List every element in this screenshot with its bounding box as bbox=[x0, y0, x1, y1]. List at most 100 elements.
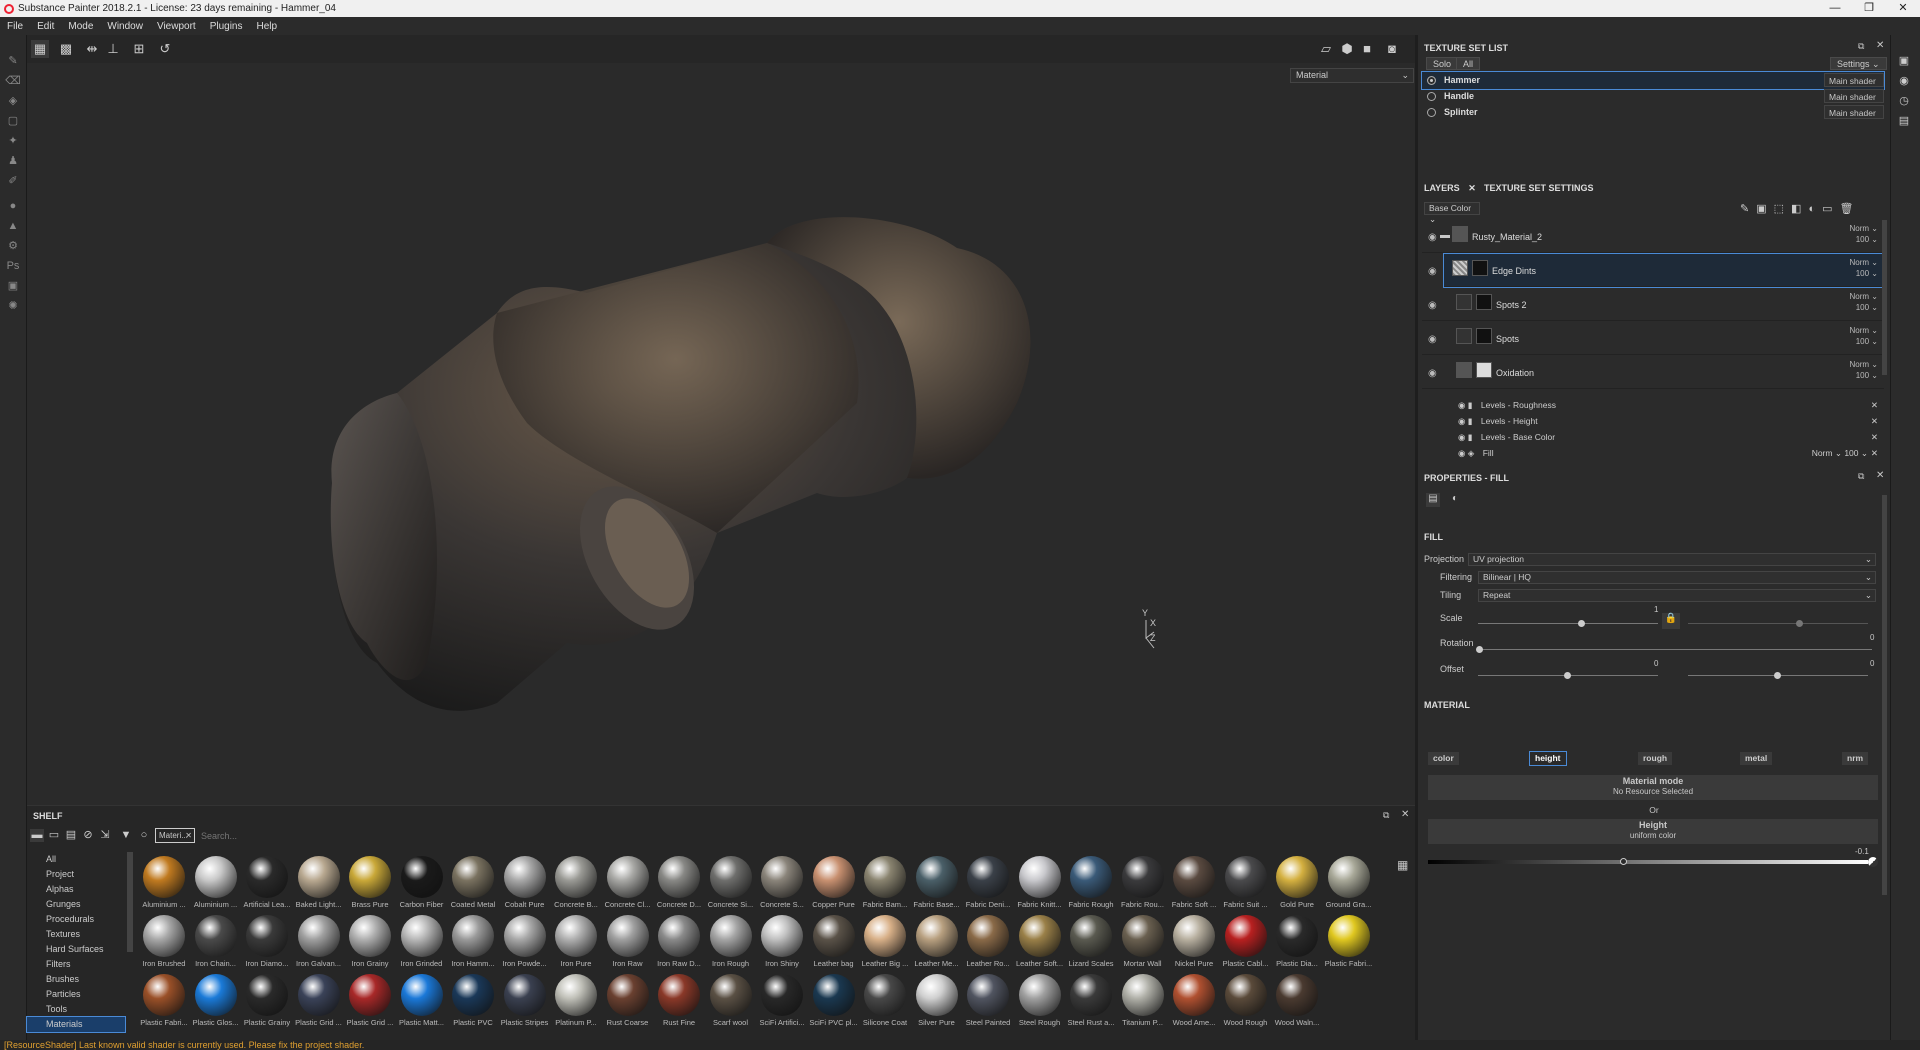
minimize-button[interactable]: — bbox=[1818, 0, 1852, 17]
shader-select[interactable]: Main shader bbox=[1824, 89, 1884, 103]
material-thumbnail[interactable]: Concrete B... bbox=[551, 856, 601, 909]
material-thumbnail[interactable]: Wood Waln... bbox=[1272, 974, 1322, 1027]
export-shelf-icon[interactable]: ⇲ bbox=[98, 829, 112, 842]
layer-row[interactable]: ◉ ▬ Rusty_Material_2 Norm ⌄ 100 ⌄ bbox=[1422, 220, 1884, 253]
projection-icon[interactable]: ◈ bbox=[5, 93, 21, 109]
align-icon[interactable]: ⊥ bbox=[104, 40, 122, 58]
export-icon[interactable]: ▣ bbox=[5, 278, 21, 294]
material-thumbnail[interactable]: Iron Brushed bbox=[139, 915, 189, 968]
material-thumbnail[interactable]: Gold Pure bbox=[1272, 856, 1322, 909]
shelf-category[interactable]: Filters bbox=[27, 957, 125, 972]
projection-select[interactable]: UV projection ⌄ bbox=[1468, 553, 1876, 566]
texture-set-row[interactable]: Splinter Main shader bbox=[1422, 104, 1884, 121]
menu-mode[interactable]: Mode bbox=[61, 21, 100, 32]
history-icon[interactable]: ↺ bbox=[156, 40, 174, 58]
material-thumbnail[interactable]: Artificial Lea... bbox=[242, 856, 292, 909]
bake-icon[interactable]: ● bbox=[5, 198, 21, 214]
channel-select[interactable]: Base Color ⌄ bbox=[1424, 202, 1480, 224]
shader-select[interactable]: Main shader bbox=[1824, 105, 1884, 119]
view-2d-icon[interactable]: ▱ bbox=[1317, 40, 1335, 58]
eye-icon[interactable]: ◉ bbox=[1458, 400, 1465, 410]
eye-icon[interactable]: ◉ bbox=[1428, 368, 1437, 379]
material-thumbnail[interactable]: Fabric Rou... bbox=[1118, 856, 1168, 909]
height-gradient-slider[interactable] bbox=[1428, 860, 1868, 864]
material-thumbnail[interactable]: Cobalt Pure bbox=[500, 856, 550, 909]
shelf-category[interactable]: Grunges bbox=[27, 897, 125, 912]
import-icon[interactable]: ▤ bbox=[64, 829, 78, 842]
effect-row[interactable]: ◉ ▮ Levels - Base Color ✕ bbox=[1458, 429, 1884, 445]
layer-blend[interactable]: Norm ⌄ 100 ⌄ bbox=[1850, 325, 1879, 347]
rotation-slider-track[interactable] bbox=[1478, 649, 1872, 650]
category-scrollbar[interactable] bbox=[127, 852, 133, 952]
maximize-button[interactable]: ❐ bbox=[1852, 0, 1886, 17]
menu-help[interactable]: Help bbox=[250, 21, 285, 32]
shelf-category[interactable]: Hard Surfaces bbox=[27, 942, 125, 957]
layer-row[interactable]: ◉ Spots 2 Norm ⌄ 100 ⌄ bbox=[1422, 288, 1884, 321]
effect-row[interactable]: ◉ ▮ Levels - Height ✕ bbox=[1458, 413, 1884, 429]
material-thumbnail[interactable]: Plastic Fabri... bbox=[139, 974, 189, 1027]
smudge-icon[interactable]: ✦ bbox=[5, 133, 21, 149]
remove-effect-icon[interactable]: ✕ bbox=[1871, 429, 1878, 445]
channel-color-button[interactable]: color bbox=[1428, 752, 1459, 765]
radio-icon[interactable] bbox=[1427, 92, 1436, 101]
material-thumbnail[interactable]: Mortar Wall bbox=[1118, 915, 1168, 968]
add-layer-icon[interactable]: ⬚ bbox=[1774, 203, 1791, 215]
material-thumbnail[interactable]: Baked Light... bbox=[294, 856, 344, 909]
fill-opacity[interactable]: 100 bbox=[1844, 448, 1858, 458]
material-thumbnail[interactable]: Leather bag bbox=[809, 915, 859, 968]
material-thumbnail[interactable]: Nickel Pure bbox=[1169, 915, 1219, 968]
offset-y-value[interactable]: 0 bbox=[1870, 659, 1874, 668]
refresh-icon[interactable]: ○ bbox=[137, 829, 151, 842]
close-button[interactable]: ✕ bbox=[1886, 0, 1920, 17]
clone-icon[interactable]: ♟ bbox=[5, 153, 21, 169]
material-thumbnail[interactable]: Iron Pure bbox=[551, 915, 601, 968]
layer-blend[interactable]: Norm ⌄ 100 ⌄ bbox=[1850, 223, 1879, 245]
effect-row[interactable]: ◉ ◈ Fill Norm ⌄ 100 ⌄ ✕ bbox=[1458, 445, 1884, 461]
material-thumbnail[interactable]: Fabric Bam... bbox=[860, 856, 910, 909]
menu-viewport[interactable]: Viewport bbox=[150, 21, 203, 32]
material-thumbnail[interactable]: Iron Hamm... bbox=[448, 915, 498, 968]
material-thumbnail[interactable]: Coated Metal bbox=[448, 856, 498, 909]
height-box[interactable]: Height uniform color bbox=[1428, 819, 1878, 844]
filtering-select[interactable]: Bilinear | HQ ⌄ bbox=[1478, 571, 1876, 584]
scale-y-slider-knob[interactable] bbox=[1796, 620, 1803, 627]
shelf-category[interactable]: Textures bbox=[27, 927, 125, 942]
all-button[interactable]: All bbox=[1456, 57, 1481, 70]
color-picker-icon[interactable]: ✐ bbox=[5, 173, 21, 189]
material-thumbnail[interactable]: Leather Soft... bbox=[1015, 915, 1065, 968]
symmetry-icon[interactable]: ⇹ bbox=[83, 40, 101, 58]
material-thumbnail[interactable]: Iron Chain... bbox=[191, 915, 241, 968]
folder-icon[interactable]: ▬ bbox=[30, 829, 44, 842]
material-thumbnail[interactable]: Fabric Deni... bbox=[963, 856, 1013, 909]
remove-effect-icon[interactable]: ✕ bbox=[1871, 445, 1878, 461]
material-thumbnail[interactable]: Iron Diamo... bbox=[242, 915, 292, 968]
float-ts-icon[interactable]: ⧉ bbox=[1858, 41, 1864, 52]
add-paint-icon[interactable]: ◐ bbox=[1808, 203, 1822, 215]
material-thumbnail[interactable]: Scarf wool bbox=[706, 974, 756, 1027]
hide-icon[interactable]: ⊘ bbox=[81, 829, 95, 842]
eye-icon[interactable]: ◉ bbox=[1458, 416, 1465, 426]
float-panel-icon[interactable]: ⧉ bbox=[1383, 810, 1389, 821]
float-props-icon[interactable]: ⧉ bbox=[1858, 471, 1864, 482]
plugin-icon[interactable]: ✺ bbox=[5, 298, 21, 314]
material-thumbnail[interactable]: Platinum P... bbox=[551, 974, 601, 1027]
offset-y-slider-knob[interactable] bbox=[1774, 672, 1781, 679]
material-thumbnail[interactable]: Plastic Glos... bbox=[191, 974, 241, 1027]
polygon-fill-icon[interactable]: ▢ bbox=[5, 113, 21, 129]
material-thumbnail[interactable]: Brass Pure bbox=[345, 856, 395, 909]
viewport-3d[interactable]: Y X Z bbox=[27, 63, 1415, 805]
add-fill-icon[interactable]: ◧ bbox=[1791, 203, 1808, 215]
texture-set-row[interactable]: Hammer Main shader bbox=[1421, 71, 1885, 90]
material-thumbnail[interactable]: Plastic Matt... bbox=[397, 974, 447, 1027]
close-shelf-icon[interactable]: ✕ bbox=[1401, 809, 1409, 820]
eye-icon[interactable]: ◉ bbox=[1428, 334, 1437, 345]
shader-select[interactable]: Main shader bbox=[1824, 73, 1884, 87]
camera-icon[interactable]: ■ bbox=[1358, 40, 1376, 58]
filter-icon[interactable]: ▼ bbox=[119, 829, 133, 842]
delete-layer-icon[interactable]: 🗑 bbox=[1840, 203, 1861, 215]
material-thumbnail[interactable]: Plastic Stripes bbox=[500, 974, 550, 1027]
material-thumbnail[interactable]: Concrete D... bbox=[654, 856, 704, 909]
layer-row[interactable]: ◉ Oxidation Norm ⌄ 100 ⌄ bbox=[1422, 356, 1884, 389]
material-thumbnail[interactable]: Titanium P... bbox=[1118, 974, 1168, 1027]
color-swatch-icon[interactable] bbox=[1868, 857, 1878, 867]
